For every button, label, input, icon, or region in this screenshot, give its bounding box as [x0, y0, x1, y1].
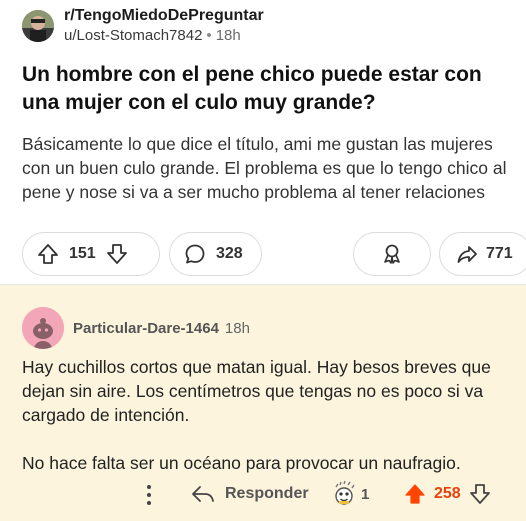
comment-action-bar: Responder 1 258: [0, 481, 526, 511]
post-title[interactable]: Un hombre con el pene chico puede estar …: [22, 61, 502, 117]
post-meta: u/Lost-Stomach7842 • 18h: [64, 26, 264, 46]
comment-count: 328: [216, 245, 243, 262]
share-count: 771: [486, 245, 513, 262]
arrow-down-icon[interactable]: [106, 243, 128, 265]
post-action-bar: 151 328 771: [22, 232, 526, 276]
comment-author[interactable]: Particular-Dare-1464: [73, 320, 219, 337]
comments-button[interactable]: 328: [169, 232, 262, 276]
post-time: 18h: [215, 27, 241, 44]
subreddit-name[interactable]: r/TengoMiedoDePreguntar: [64, 6, 264, 26]
reply-arrow-icon: [191, 484, 215, 504]
post-author[interactable]: u/Lost-Stomach7842: [64, 27, 202, 44]
award-count: 1: [361, 485, 370, 503]
speech-bubble-icon: [184, 243, 206, 265]
post-header: r/TengoMiedoDePreguntar u/Lost-Stomach78…: [22, 6, 264, 46]
award-face-icon: [331, 481, 357, 507]
subreddit-avatar[interactable]: [22, 10, 54, 42]
share-arrow-icon: [456, 243, 478, 265]
arrow-up-icon[interactable]: [37, 243, 59, 265]
comment-vote-count: 258: [434, 485, 461, 502]
arrow-up-icon[interactable]: [404, 483, 426, 505]
post-body: Básicamente lo que dice el título, ami m…: [22, 134, 507, 202]
meta-separator: •: [206, 27, 212, 44]
comment-avatar[interactable]: [22, 307, 64, 349]
comment-paragraph: No hace falta ser un océano para provoca…: [22, 453, 461, 473]
arrow-down-icon[interactable]: [469, 483, 491, 505]
post-header-text: r/TengoMiedoDePreguntar u/Lost-Stomach78…: [64, 6, 264, 46]
comment-text: Hay cuchillos cortos que matan igual. Ha…: [22, 355, 512, 475]
post-vote-count: 151: [69, 245, 96, 262]
award-button[interactable]: [353, 232, 431, 276]
reply-label: Responder: [225, 485, 309, 502]
comment-paragraph: Hay cuchillos cortos que matan igual. Ha…: [22, 357, 491, 425]
award-ribbon-icon: [381, 243, 403, 265]
comment-award[interactable]: 1: [331, 481, 369, 507]
comment-card: Particular-Dare-1464 18h Hay cuchillos c…: [0, 285, 526, 521]
comment-vote: 258: [404, 483, 491, 505]
post-card: r/TengoMiedoDePreguntar u/Lost-Stomach78…: [0, 0, 526, 285]
comment-time: 18h: [224, 319, 250, 337]
comment-header: Particular-Dare-1464 18h: [22, 307, 250, 349]
reply-button[interactable]: Responder: [191, 484, 309, 504]
share-button[interactable]: 771: [439, 232, 526, 276]
vertical-dots-icon[interactable]: [144, 483, 154, 512]
vote-pill: 151: [22, 232, 160, 276]
